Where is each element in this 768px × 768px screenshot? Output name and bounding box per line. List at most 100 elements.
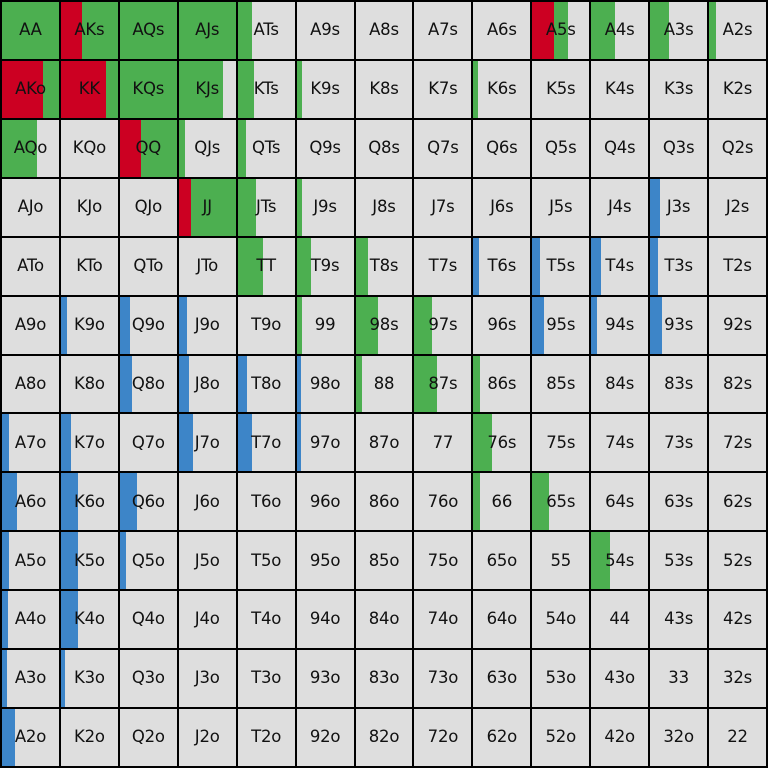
hand-cell-76s[interactable]: 76s — [473, 414, 531, 472]
hand-cell-99[interactable]: 99 — [296, 296, 354, 354]
hand-cell-74s[interactable]: 74s — [591, 414, 649, 472]
hand-cell-43s[interactable]: 43s — [650, 591, 708, 649]
hand-cell-j7s[interactable]: J7s — [414, 178, 472, 236]
hand-cell-j5s[interactable]: J5s — [532, 178, 590, 236]
hand-cell-t2s[interactable]: T2s — [709, 237, 766, 295]
hand-cell-83s[interactable]: 83s — [650, 355, 708, 413]
hand-cell-94o[interactable]: 94o — [296, 591, 354, 649]
hand-cell-93s[interactable]: 93s — [650, 296, 708, 354]
hand-cell-t9s[interactable]: T9s — [296, 237, 354, 295]
hand-cell-k2o[interactable]: K2o — [60, 709, 118, 766]
hand-cell-82s[interactable]: 82s — [709, 355, 766, 413]
hand-cell-t7o[interactable]: T7o — [237, 414, 295, 472]
hand-cell-65o[interactable]: 65o — [473, 532, 531, 590]
hand-cell-85o[interactable]: 85o — [355, 532, 413, 590]
hand-cell-k4s[interactable]: K4s — [591, 60, 649, 118]
hand-cell-j5o[interactable]: J5o — [178, 532, 236, 590]
hand-cell-96o[interactable]: 96o — [296, 473, 354, 531]
hand-cell-a2o[interactable]: A2o — [2, 709, 59, 766]
hand-cell-42s[interactable]: 42s — [709, 591, 766, 649]
hand-cell-72s[interactable]: 72s — [709, 414, 766, 472]
hand-cell-63o[interactable]: 63o — [473, 650, 531, 708]
hand-cell-62s[interactable]: 62s — [709, 473, 766, 531]
hand-cell-86o[interactable]: 86o — [355, 473, 413, 531]
hand-cell-kqo[interactable]: KQo — [60, 119, 118, 177]
hand-cell-96s[interactable]: 96s — [473, 296, 531, 354]
hand-cell-j6s[interactable]: J6s — [473, 178, 531, 236]
hand-cell-93o[interactable]: 93o — [296, 650, 354, 708]
hand-cell-42o[interactable]: 42o — [591, 709, 649, 766]
hand-cell-j4s[interactable]: J4s — [591, 178, 649, 236]
hand-cell-k9s[interactable]: K9s — [296, 60, 354, 118]
hand-cell-a3o[interactable]: A3o — [2, 650, 59, 708]
hand-cell-q9s[interactable]: Q9s — [296, 119, 354, 177]
hand-cell-k6s[interactable]: K6s — [473, 60, 531, 118]
hand-cell-t3s[interactable]: T3s — [650, 237, 708, 295]
hand-cell-q2s[interactable]: Q2s — [709, 119, 766, 177]
hand-cell-a5o[interactable]: A5o — [2, 532, 59, 590]
hand-cell-98s[interactable]: 98s — [355, 296, 413, 354]
hand-cell-tt[interactable]: TT — [237, 237, 295, 295]
hand-cell-t8s[interactable]: T8s — [355, 237, 413, 295]
hand-cell-k7o[interactable]: K7o — [60, 414, 118, 472]
hand-cell-t3o[interactable]: T3o — [237, 650, 295, 708]
hand-cell-72o[interactable]: 72o — [414, 709, 472, 766]
hand-cell-t5o[interactable]: T5o — [237, 532, 295, 590]
hand-cell-a3s[interactable]: A3s — [650, 2, 708, 59]
hand-cell-k9o[interactable]: K9o — [60, 296, 118, 354]
hand-cell-94s[interactable]: 94s — [591, 296, 649, 354]
hand-cell-a9o[interactable]: A9o — [2, 296, 59, 354]
hand-cell-75o[interactable]: 75o — [414, 532, 472, 590]
hand-cell-88[interactable]: 88 — [355, 355, 413, 413]
hand-cell-53o[interactable]: 53o — [532, 650, 590, 708]
hand-cell-ajo[interactable]: AJo — [2, 178, 59, 236]
hand-cell-95o[interactable]: 95o — [296, 532, 354, 590]
hand-cell-54o[interactable]: 54o — [532, 591, 590, 649]
hand-cell-jto[interactable]: JTo — [178, 237, 236, 295]
hand-cell-75s[interactable]: 75s — [532, 414, 590, 472]
hand-cell-97o[interactable]: 97o — [296, 414, 354, 472]
hand-cell-62o[interactable]: 62o — [473, 709, 531, 766]
hand-cell-86s[interactable]: 86s — [473, 355, 531, 413]
hand-cell-77[interactable]: 77 — [414, 414, 472, 472]
hand-cell-55[interactable]: 55 — [532, 532, 590, 590]
hand-cell-a7o[interactable]: A7o — [2, 414, 59, 472]
hand-cell-q3o[interactable]: Q3o — [119, 650, 177, 708]
hand-cell-97s[interactable]: 97s — [414, 296, 472, 354]
hand-cell-ako[interactable]: AKo — [2, 60, 59, 118]
hand-cell-qts[interactable]: QTs — [237, 119, 295, 177]
hand-cell-82o[interactable]: 82o — [355, 709, 413, 766]
hand-cell-jts[interactable]: JTs — [237, 178, 295, 236]
hand-cell-83o[interactable]: 83o — [355, 650, 413, 708]
hand-cell-84s[interactable]: 84s — [591, 355, 649, 413]
hand-cell-a8o[interactable]: A8o — [2, 355, 59, 413]
hand-cell-j8o[interactable]: J8o — [178, 355, 236, 413]
hand-cell-65s[interactable]: 65s — [532, 473, 590, 531]
hand-cell-a4s[interactable]: A4s — [591, 2, 649, 59]
hand-cell-j9o[interactable]: J9o — [178, 296, 236, 354]
hand-cell-33[interactable]: 33 — [650, 650, 708, 708]
hand-cell-aqs[interactable]: AQs — [119, 2, 177, 59]
hand-cell-ato[interactable]: ATo — [2, 237, 59, 295]
hand-cell-jj[interactable]: JJ — [178, 178, 236, 236]
hand-cell-k5s[interactable]: K5s — [532, 60, 590, 118]
hand-cell-kqs[interactable]: KQs — [119, 60, 177, 118]
hand-cell-k6o[interactable]: K6o — [60, 473, 118, 531]
hand-cell-aqo[interactable]: AQo — [2, 119, 59, 177]
hand-cell-kk[interactable]: KK — [60, 60, 118, 118]
hand-cell-a6s[interactable]: A6s — [473, 2, 531, 59]
hand-cell-j6o[interactable]: J6o — [178, 473, 236, 531]
hand-cell-kto[interactable]: KTo — [60, 237, 118, 295]
hand-cell-ajs[interactable]: AJs — [178, 2, 236, 59]
hand-cell-64o[interactable]: 64o — [473, 591, 531, 649]
hand-cell-43o[interactable]: 43o — [591, 650, 649, 708]
hand-cell-a9s[interactable]: A9s — [296, 2, 354, 59]
hand-cell-kjo[interactable]: KJo — [60, 178, 118, 236]
hand-cell-aa[interactable]: AA — [2, 2, 59, 59]
hand-cell-k3s[interactable]: K3s — [650, 60, 708, 118]
hand-cell-t6o[interactable]: T6o — [237, 473, 295, 531]
hand-cell-q4o[interactable]: Q4o — [119, 591, 177, 649]
hand-cell-44[interactable]: 44 — [591, 591, 649, 649]
hand-cell-87s[interactable]: 87s — [414, 355, 472, 413]
hand-cell-k5o[interactable]: K5o — [60, 532, 118, 590]
